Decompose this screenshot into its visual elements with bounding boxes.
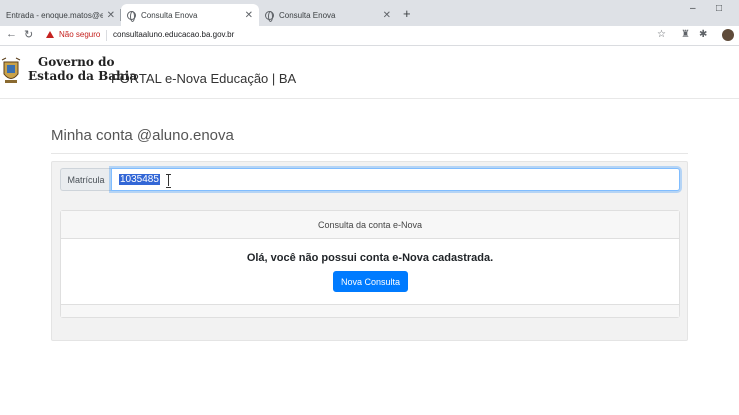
tab-consulta-enova[interactable]: Consulta Enova ✕ — [259, 4, 397, 26]
new-tab-button[interactable]: + — [403, 6, 411, 21]
reload-button[interactable]: ↻ — [24, 28, 33, 41]
tab-title: Consulta Enova — [279, 10, 336, 20]
not-secure-label: Não seguro — [59, 30, 101, 39]
tab-inbox[interactable]: Entrada - enoque.matos@enova ✕ — [0, 4, 121, 26]
warning-icon — [46, 31, 54, 38]
card-header: Consulta da conta e-Nova — [61, 211, 679, 239]
page-title: Minha conta @aluno.enova — [51, 127, 234, 144]
puzzle-icon[interactable]: ✱ — [699, 29, 707, 40]
tab-close-icon[interactable]: ✕ — [245, 10, 253, 21]
result-card: Consulta da conta e-Nova Olá, você não p… — [60, 210, 680, 318]
matricula-label: Matrícula — [60, 168, 111, 191]
globe-icon — [127, 10, 136, 22]
card-footer — [61, 304, 679, 317]
tab-close-icon[interactable]: ✕ — [107, 10, 115, 21]
back-button[interactable]: ← — [6, 28, 17, 40]
extension-icon[interactable]: ♜ — [681, 29, 690, 40]
tab-consulta-enova-active[interactable]: Consulta Enova ✕ — [121, 4, 259, 26]
new-query-button[interactable]: Nova Consulta — [333, 271, 408, 292]
star-icon[interactable]: ☆ — [657, 29, 666, 40]
profile-avatar[interactable] — [722, 29, 734, 41]
portal-title: PORTAL e-Nova Educação | BA — [111, 71, 297, 86]
text-cursor-icon — [166, 174, 172, 188]
gov-logo-line1: Governo do — [38, 55, 115, 69]
site-header: Governo do Estado da Bahia PORTAL e-Nova… — [0, 47, 739, 99]
tab-title: Entrada - enoque.matos@enova — [6, 10, 103, 20]
result-message: Olá, você não possui conta e-Nova cadast… — [246, 252, 494, 264]
url-separator — [106, 30, 107, 41]
matricula-input[interactable]: 1035485 — [111, 168, 680, 191]
browser-tab-bar: Entrada - enoque.matos@enova ✕ Consulta … — [0, 0, 739, 26]
url-field[interactable]: consultaaluno.educacao.ba.gov.br — [113, 30, 234, 39]
coat-of-arms-icon — [1, 57, 21, 83]
tab-title: Consulta Enova — [141, 10, 198, 20]
maximize-button[interactable]: □ — [716, 3, 722, 14]
minimize-button[interactable]: – — [690, 3, 696, 14]
not-secure-indicator[interactable]: Não seguro — [46, 30, 100, 39]
matricula-value: 1035485 — [119, 174, 160, 185]
globe-icon — [265, 10, 274, 22]
tab-close-icon[interactable]: ✕ — [383, 10, 391, 21]
address-bar: ← ↻ Não seguro consultaaluno.educacao.ba… — [0, 26, 739, 46]
divider — [51, 153, 688, 154]
